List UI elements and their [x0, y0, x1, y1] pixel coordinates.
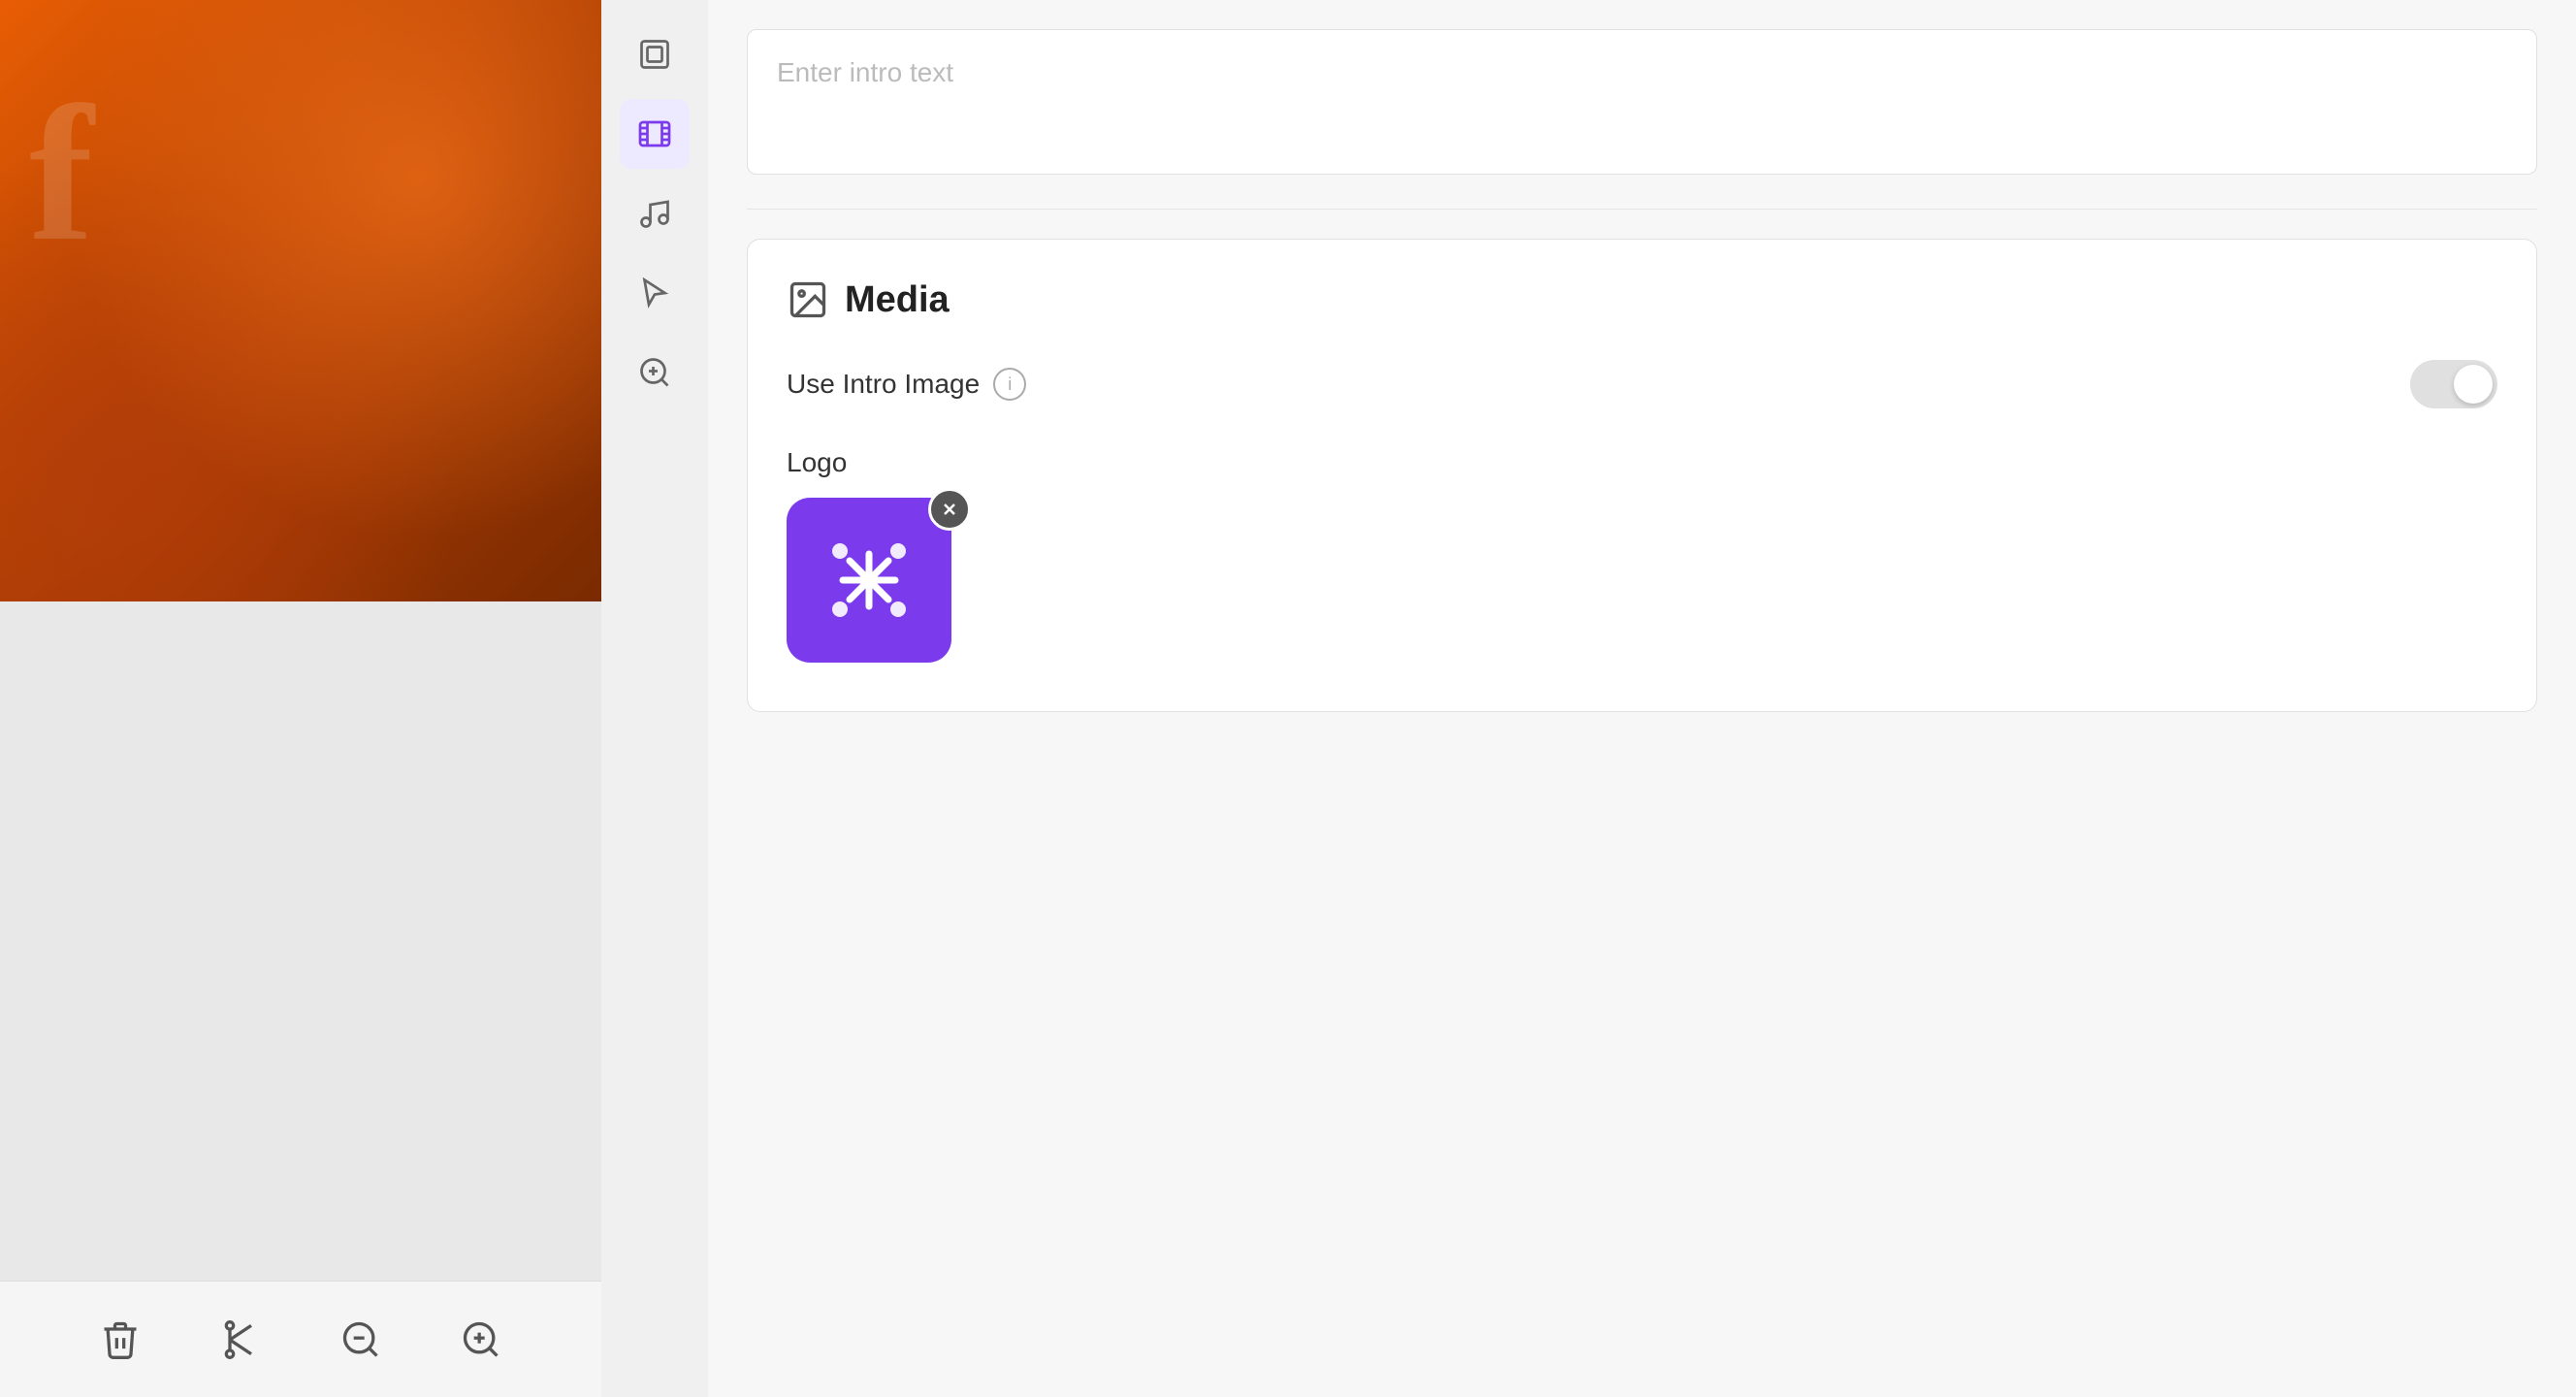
logo-section: Logo	[787, 447, 2497, 672]
use-intro-image-toggle[interactable]	[2410, 360, 2497, 408]
media-section: Media Use Intro Image i Logo	[747, 239, 2537, 712]
logo-label: Logo	[787, 447, 2497, 478]
use-intro-image-label: Use Intro Image	[787, 369, 980, 400]
delete-button[interactable]	[99, 1318, 142, 1361]
section-header: Media	[787, 278, 2497, 321]
facebook-letter: f	[29, 78, 94, 272]
tool-zoom[interactable]	[620, 338, 690, 407]
tool-filmstrip[interactable]	[620, 99, 690, 169]
logo-svg	[816, 527, 922, 634]
zoom-in-button[interactable]	[460, 1318, 502, 1361]
bottom-toolbar	[0, 1281, 601, 1397]
close-icon	[942, 502, 957, 517]
info-icon[interactable]: i	[993, 368, 1026, 401]
preview-image: f	[0, 0, 601, 601]
use-intro-image-row: Use Intro Image i	[787, 360, 2497, 408]
logo-remove-button[interactable]	[928, 488, 971, 531]
toggle-label-group: Use Intro Image i	[787, 368, 1026, 401]
cut-button[interactable]	[219, 1318, 262, 1361]
logo-image	[787, 498, 951, 663]
divider	[747, 209, 2537, 210]
section-title: Media	[845, 279, 950, 321]
tool-cursor[interactable]	[620, 258, 690, 328]
tool-music[interactable]	[620, 179, 690, 248]
preview-area: f eo will be seamless and stable.	[0, 0, 601, 1397]
right-panel: Media Use Intro Image i Logo	[708, 0, 2576, 1397]
logo-container	[787, 498, 961, 672]
media-icon	[787, 278, 829, 321]
intro-text-input[interactable]	[747, 29, 2537, 175]
tool-frame[interactable]	[620, 19, 690, 89]
middle-toolbar	[601, 0, 708, 1397]
zoom-out-button[interactable]	[339, 1318, 382, 1361]
